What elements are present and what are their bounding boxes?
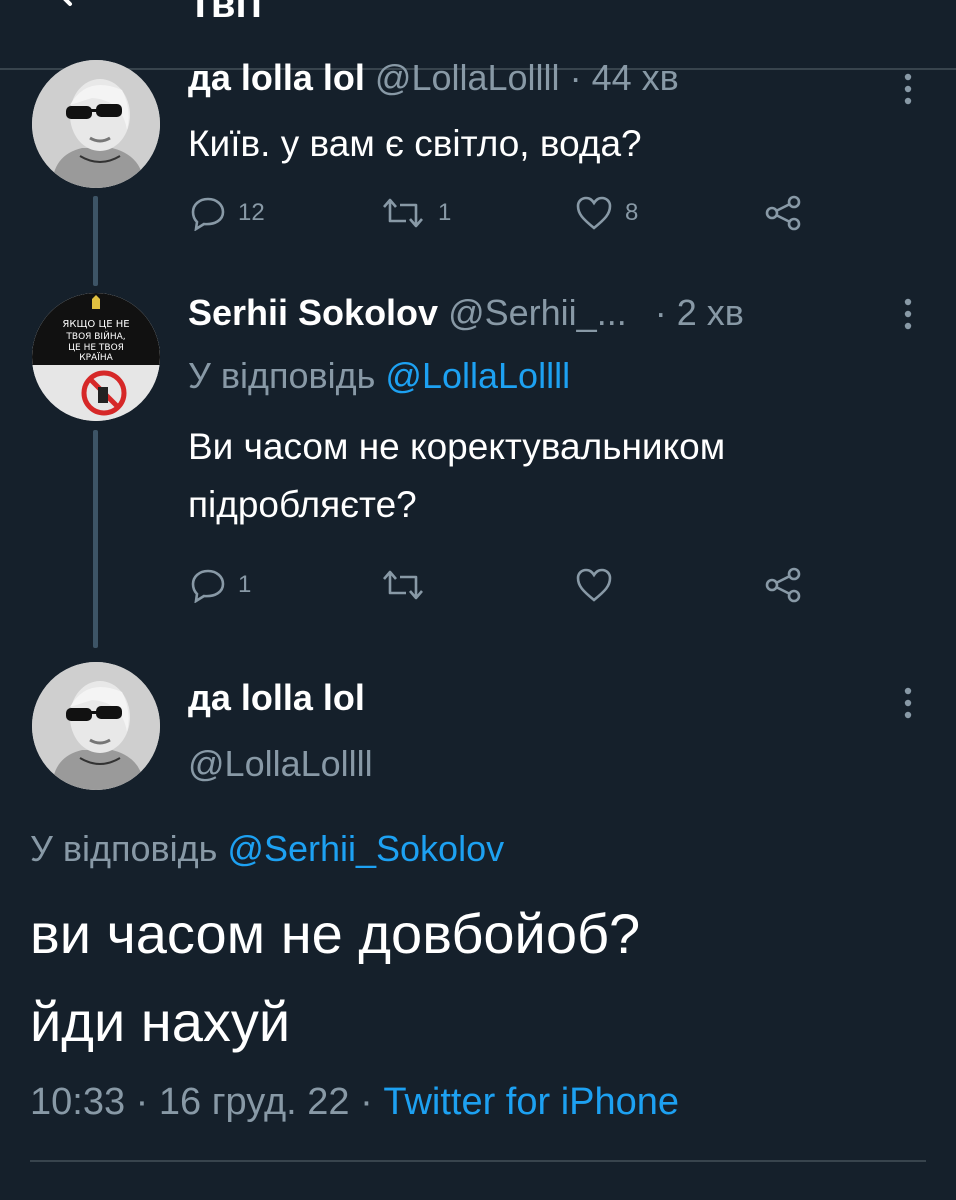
svg-text:ЯКЩО ЦЕ НЕ: ЯКЩО ЦЕ НЕ [62,319,129,330]
timestamp: 2 хв [676,292,744,333]
tweet-text-line: підробляєте? [188,484,417,525]
share-button[interactable] [764,195,802,231]
reply-button[interactable]: 1 [190,567,251,603]
tweet-time: 10:33 [30,1081,126,1123]
like-button[interactable] [575,567,613,603]
heart-icon [576,196,612,230]
reply-button[interactable]: 12 [190,195,265,231]
like-button[interactable]: 8 [575,195,638,231]
avatar[interactable] [32,60,160,188]
divider [30,1160,926,1162]
reply-context: У відповідь @Serhii_Sokolov [30,829,504,869]
share-icon [765,567,801,603]
tweet-text: Київ. у вам є світло, вода? [188,123,642,164]
avatar-photo-icon: ЯКЩО ЦЕ НЕ ТВОЯ ВІЙНА, ЦЕ НЕ ТВОЯ КРАЇНА [32,293,160,421]
reply-count: 1 [238,571,252,598]
tweet-source-link[interactable]: Twitter for iPhone [383,1081,679,1123]
handle[interactable]: @LollaLollll [188,744,373,784]
avatar[interactable] [32,662,160,790]
tweet-text-line: ви часом не довбойоб? [30,902,641,965]
reply-context: У відповідь @LollaLollll [188,356,570,396]
more-options-icon[interactable] [903,297,913,331]
display-name[interactable]: да lolla lol [188,57,365,98]
reply-count: 12 [238,199,265,226]
share-icon [765,195,801,231]
more-options-icon[interactable] [903,686,913,720]
separator: · [135,1081,149,1123]
retweet-icon [383,198,423,228]
tweet-header: Serhii Sokolov @Serhii_... · 2 хв [188,293,744,333]
reply-to-link[interactable]: @Serhii_Sokolov [227,828,504,869]
avatar-photo-icon [32,662,160,790]
tweet-date: 16 груд. 22 [158,1081,350,1123]
focused-author: да lolla lol @LollaLollll [188,678,373,784]
separator: · [360,1081,373,1123]
svg-text:ЦЕ НЕ ТВОЯ: ЦЕ НЕ ТВОЯ [68,343,124,353]
tweet-text-line: Ви часом не коректувальником [188,426,726,467]
reply-icon [191,569,225,603]
retweet-button[interactable]: 1 [380,195,451,231]
separator: · [569,57,582,98]
reply-prefix: У відповідь [188,355,376,396]
thread-connector [93,196,98,286]
avatar-photo-icon [32,60,160,188]
share-button[interactable] [764,567,802,603]
tweet-text: Ви часом не коректувальником підробляєте… [188,418,725,534]
handle[interactable]: @Serhii_... [448,292,627,333]
heart-icon [576,568,612,602]
avatar[interactable]: ЯКЩО ЦЕ НЕ ТВОЯ ВІЙНА, ЦЕ НЕ ТВОЯ КРАЇНА [32,293,160,421]
retweet-button[interactable] [380,567,426,603]
retweet-icon [383,570,423,600]
display-name[interactable]: Serhii Sokolov [188,292,438,333]
reply-to-link[interactable]: @LollaLollll [385,355,570,396]
reply-prefix: У відповідь [30,828,218,869]
svg-text:ТВОЯ ВІЙНА,: ТВОЯ ВІЙНА, [65,330,125,342]
more-options-icon[interactable] [903,72,913,106]
tweet-metadata: 10:33 · 16 груд. 22 · Twitter for iPhone [30,1080,679,1124]
tweet-text-line: йди нахуй [30,990,291,1053]
tweet-header: да lolla lol @LollaLollll · 44 хв [188,58,679,98]
separator: · [654,292,667,333]
thread-connector [93,430,98,648]
handle[interactable]: @LollaLollll [375,57,560,98]
svg-text:КРАЇНА: КРАЇНА [79,352,113,363]
page-title: Твіт [188,0,267,26]
like-count: 8 [625,199,639,226]
focused-tweet-text: ви часом не довбойоб? йди нахуй [30,890,640,1066]
retweet-count: 1 [438,199,452,226]
back-arrow-icon[interactable] [52,0,96,22]
display-name[interactable]: да lolla lol [188,678,373,718]
reply-icon [191,197,225,231]
timestamp: 44 хв [591,57,679,98]
